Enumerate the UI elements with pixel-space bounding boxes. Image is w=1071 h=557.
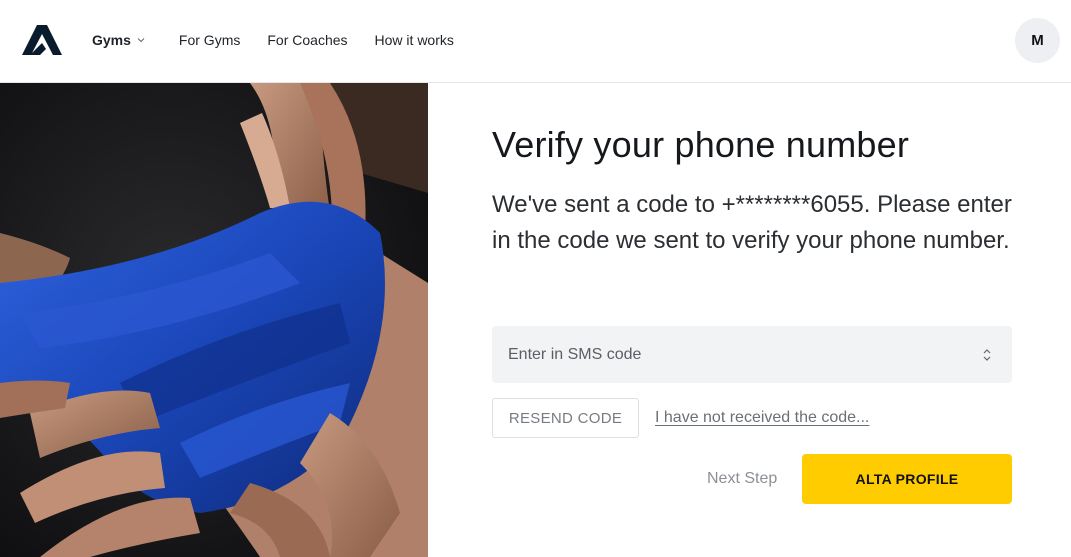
number-spinner-icon[interactable] xyxy=(980,347,994,363)
page-title: Verify your phone number xyxy=(492,124,910,165)
resend-code-button[interactable]: RESEND CODE xyxy=(492,398,639,438)
nav-how-it-works[interactable]: How it works xyxy=(375,32,454,48)
hand-wrap-photo xyxy=(0,83,428,557)
verification-description: We've sent a code to +********6055. Plea… xyxy=(492,191,1012,254)
nav-for-gyms[interactable]: For Gyms xyxy=(179,32,240,48)
hero-photo xyxy=(0,83,428,557)
nav-gyms-dropdown[interactable]: Gyms xyxy=(92,32,145,48)
alta-logo-icon[interactable] xyxy=(22,25,62,55)
nav-for-coaches[interactable]: For Coaches xyxy=(267,32,347,48)
sms-code-input[interactable] xyxy=(492,326,1012,383)
alta-profile-button[interactable]: ALTA PROFILE xyxy=(802,454,1012,504)
user-avatar[interactable]: M xyxy=(1015,18,1060,63)
nav-gyms-label: Gyms xyxy=(92,32,131,48)
main-nav: Gyms For Gyms For Coaches How it works xyxy=(92,30,481,50)
chevron-down-icon xyxy=(137,38,145,43)
next-step-label: Next Step xyxy=(707,470,778,487)
top-navbar: Gyms For Gyms For Coaches How it works M xyxy=(0,0,1071,83)
not-received-code-link[interactable]: I have not received the code... xyxy=(655,409,869,427)
